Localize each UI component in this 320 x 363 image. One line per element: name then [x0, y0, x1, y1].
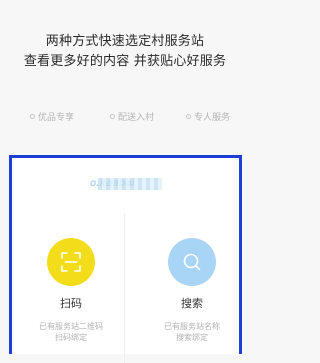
scan-option[interactable]: 扫码 已有服务站二维码 扫码绑定 — [21, 238, 121, 343]
feature-label: 优品专享 — [38, 113, 75, 123]
scan-description: 已有服务站二维码 扫码绑定 — [21, 321, 121, 343]
search-icon — [183, 253, 201, 271]
vertical-divider — [124, 213, 125, 363]
bullet-icon — [110, 114, 115, 119]
feature-item-delivery: 配送入村 — [110, 110, 154, 123]
feature-label: 专人服务 — [194, 113, 231, 123]
scan-label[interactable]: 扫码 — [21, 295, 121, 311]
blurred-overlay — [98, 178, 162, 190]
headline: 两种方式快速选定村服务站 查看更多好的内容 并获贴心好服务 — [0, 32, 250, 72]
feature-list: 优品专享 配送入村 专人服务 — [0, 110, 250, 126]
scan-button[interactable] — [47, 238, 95, 286]
search-description-line-1: 已有服务站名称 — [164, 322, 220, 331]
qr-scan-icon — [61, 252, 81, 272]
headline-line-2: 查看更多好的内容 并获贴心好服务 — [23, 54, 227, 69]
search-label[interactable]: 搜索 — [142, 295, 242, 311]
search-description: 已有服务站名称 搜索绑定 — [142, 321, 242, 343]
feature-label: 配送入村 — [118, 113, 155, 123]
scan-description-line-1: 已有服务站二维码 — [39, 322, 103, 331]
bind-options-panel: o.kaabai 扫码 已有服务站二维码 扫码绑定 搜索 已有服务站名称 搜索绑… — [9, 155, 242, 363]
search-button[interactable] — [168, 238, 216, 286]
scan-description-line-2: 扫码绑定 — [55, 333, 87, 342]
headline-line-1: 两种方式快速选定村服务站 — [45, 34, 205, 49]
bullet-icon — [186, 114, 191, 119]
search-description-line-2: 搜索绑定 — [176, 333, 208, 342]
feature-item-quality: 优品专享 — [30, 110, 74, 123]
feature-item-service: 专人服务 — [186, 110, 230, 123]
bullet-icon — [30, 114, 35, 119]
search-option[interactable]: 搜索 已有服务站名称 搜索绑定 — [142, 238, 242, 343]
